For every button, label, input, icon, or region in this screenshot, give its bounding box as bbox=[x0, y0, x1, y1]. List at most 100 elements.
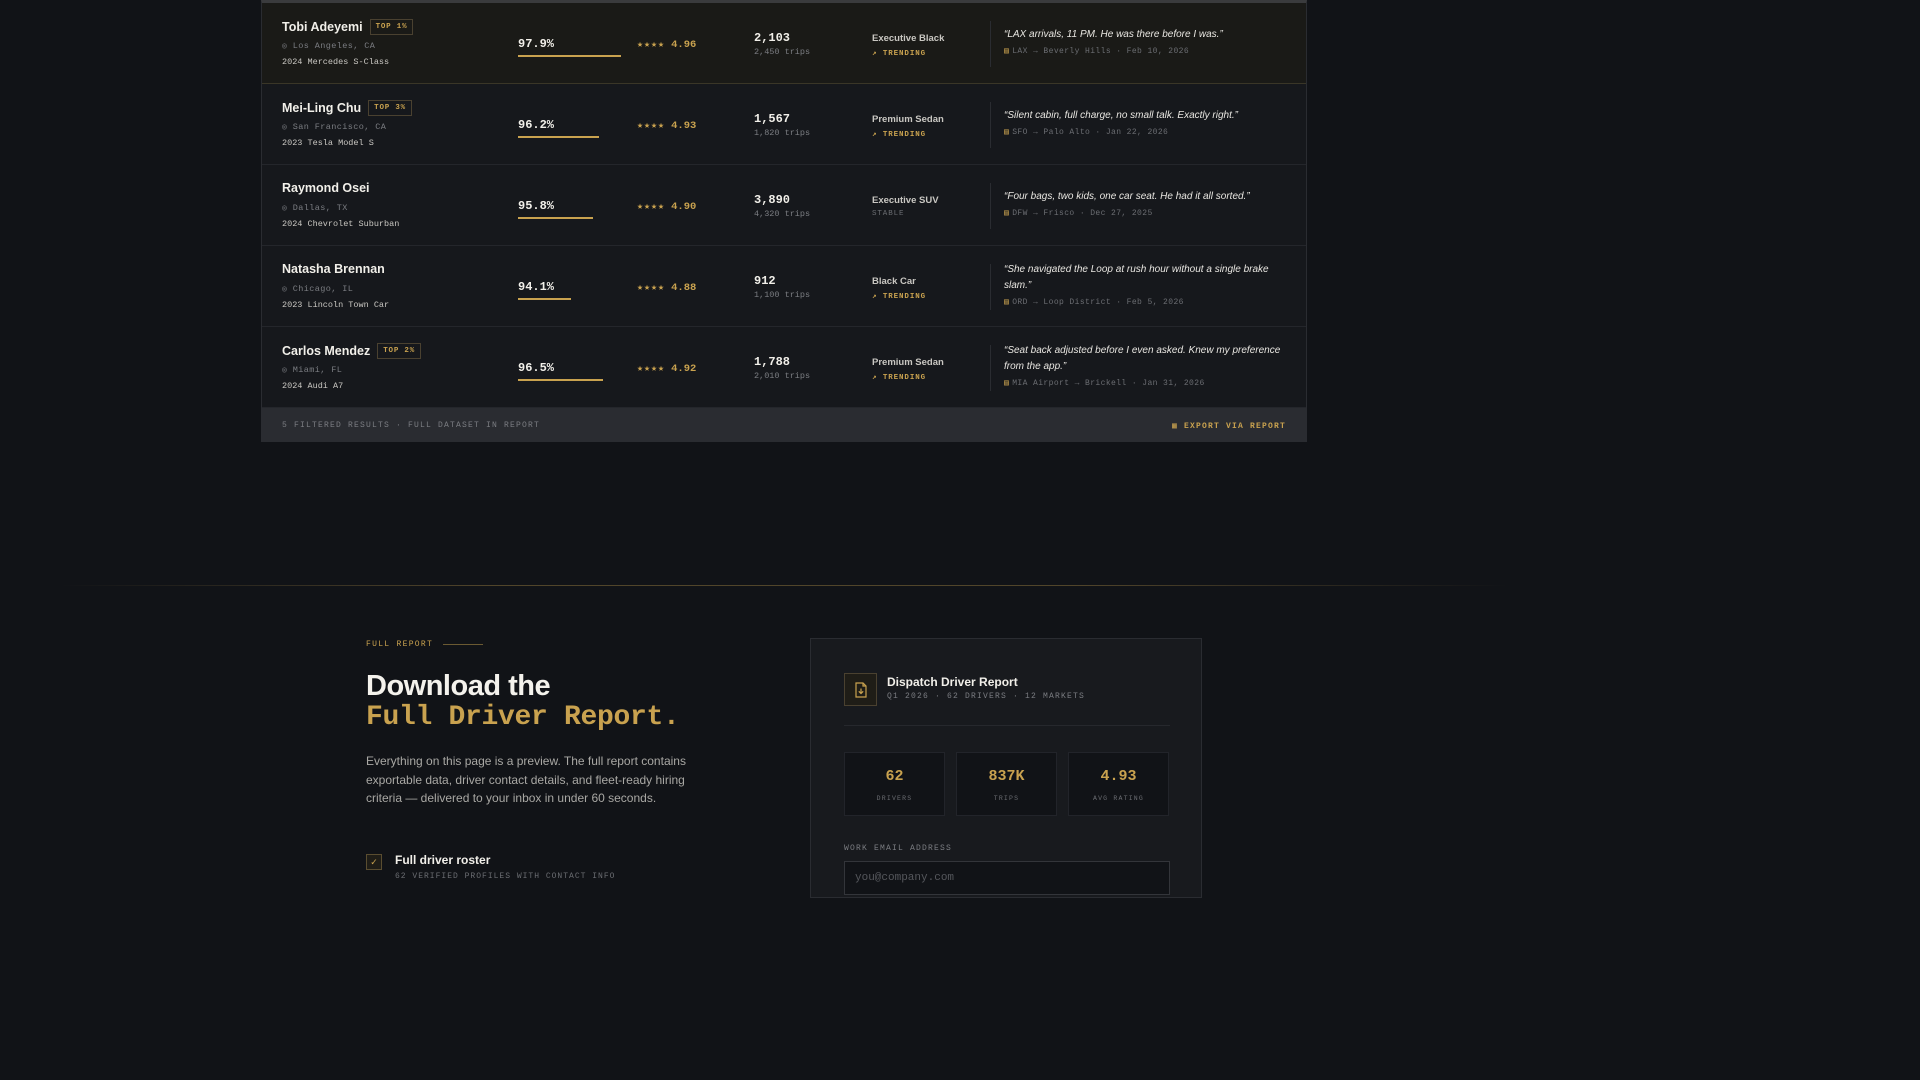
star-icons: ★★★★ bbox=[637, 364, 666, 375]
trend-label: TRENDING bbox=[882, 374, 927, 382]
table-row[interactable]: Tobi Adeyemi TOP 1% ◎ Los Angeles, CA 20… bbox=[262, 3, 1306, 84]
pin-icon: ◎ bbox=[282, 366, 288, 375]
completed-trips: 3,890 bbox=[754, 193, 791, 207]
review-route: ▤ ORD → Loop District · Feb 5, 2026 bbox=[1004, 297, 1184, 307]
acceptance-rate: 96.2% bbox=[518, 118, 555, 132]
star-icons: ★★★★ bbox=[637, 40, 666, 51]
acceptance-rate: 96.5% bbox=[518, 361, 555, 375]
star-icons: ★★★★ bbox=[637, 202, 666, 213]
acceptance-rate: 97.9% bbox=[518, 37, 555, 51]
stat-value: 62 bbox=[885, 768, 904, 785]
trend-label: STABLE bbox=[872, 210, 905, 218]
email-label: WORK EMAIL ADDRESS bbox=[844, 844, 953, 853]
driver-name: Carlos Mendez TOP 2% bbox=[282, 343, 422, 359]
driver-location: ◎ Chicago, IL bbox=[282, 284, 353, 294]
acceptance-rate: 95.8% bbox=[518, 199, 555, 213]
review-route: ▤ LAX → Beverly Hills · Feb 10, 2026 bbox=[1004, 46, 1189, 56]
trend-up-icon: ↗ bbox=[872, 131, 878, 139]
column-divider bbox=[990, 345, 991, 391]
checklist-item: ✓ Full driver roster 62 VERIFIED PROFILE… bbox=[366, 853, 615, 881]
total-trips: 1,820 trips bbox=[754, 128, 811, 138]
location-text: Chicago, IL bbox=[292, 284, 354, 294]
driver-vehicle: 2024 Mercedes S-Class bbox=[282, 57, 390, 67]
driver-vehicle: 2023 Lincoln Town Car bbox=[282, 300, 390, 310]
rating-value: 4.93 bbox=[671, 120, 697, 132]
rank-badge: TOP 3% bbox=[368, 100, 412, 116]
document-icon bbox=[844, 673, 877, 706]
table-footer: 5 FILTERED RESULTS · FULL DATASET IN REP… bbox=[262, 408, 1306, 442]
star-icons: ★★★★ bbox=[637, 283, 666, 294]
location-text: San Francisco, CA bbox=[292, 122, 387, 132]
rating-value: 4.96 bbox=[671, 39, 697, 51]
total-trips: 1,100 trips bbox=[754, 290, 811, 300]
driver-vehicle: 2023 Tesla Model S bbox=[282, 138, 374, 148]
stat-avg-rating: 4.93 AVG RATING bbox=[1068, 752, 1169, 816]
total-trips: 2,450 trips bbox=[754, 47, 811, 57]
review-route: ▤ DFW → Frisco · Dec 27, 2025 bbox=[1004, 208, 1153, 218]
driver-location: ◎ Miami, FL bbox=[282, 365, 342, 375]
column-divider bbox=[990, 183, 991, 229]
completed-trips: 2,103 bbox=[754, 31, 791, 45]
report-eyebrow: FULL REPORT bbox=[366, 640, 484, 649]
check-icon: ✓ bbox=[366, 854, 382, 870]
eyebrow-rule bbox=[443, 644, 484, 645]
rating-value: 4.88 bbox=[671, 282, 697, 294]
export-label: EXPORT VIA REPORT bbox=[1183, 422, 1286, 431]
stat-value: 837K bbox=[988, 768, 1025, 785]
total-trips: 2,010 trips bbox=[754, 371, 811, 381]
completed-trips: 1,567 bbox=[754, 112, 791, 126]
location-text: Los Angeles, CA bbox=[292, 41, 376, 51]
trend-label: TRENDING bbox=[882, 131, 927, 139]
route-text: DFW → Frisco · Dec 27, 2025 bbox=[1012, 209, 1153, 218]
results-count: 5 FILTERED RESULTS · FULL DATASET IN REP… bbox=[282, 421, 541, 430]
table-row[interactable]: Raymond Osei ◎ Dallas, TX 2024 Chevrolet… bbox=[262, 165, 1306, 246]
trend-up-icon: ↗ bbox=[872, 293, 878, 301]
column-divider bbox=[990, 102, 991, 148]
driver-name-text: Tobi Adeyemi bbox=[282, 20, 363, 34]
pin-icon: ◎ bbox=[282, 42, 288, 51]
review-quote: “Four bags, two kids, one car seat. He h… bbox=[1004, 191, 1250, 202]
trend-up-icon: ↗ bbox=[872, 374, 878, 382]
checklist-title: Full driver roster bbox=[395, 853, 491, 867]
report-card-subtitle: Q1 2026 · 62 DRIVERS · 12 MARKETS bbox=[887, 692, 1086, 701]
route-text: LAX → Beverly Hills · Feb 10, 2026 bbox=[1012, 47, 1190, 56]
service-tier: Premium Sedan bbox=[872, 114, 944, 125]
table-row[interactable]: Natasha Brennan ◎ Chicago, IL 2023 Linco… bbox=[262, 246, 1306, 327]
rank-badge: TOP 2% bbox=[377, 343, 422, 359]
completed-trips: 912 bbox=[754, 274, 776, 288]
driver-name: Raymond Osei bbox=[282, 181, 370, 195]
review-quote: “Silent cabin, full charge, no small tal… bbox=[1004, 110, 1238, 121]
stat-label: TRIPS bbox=[993, 795, 1020, 802]
review-quote: “She navigated the Loop at rush hour wit… bbox=[1004, 264, 1269, 291]
trend-label: TRENDING bbox=[882, 50, 927, 58]
driver-name-text: Raymond Osei bbox=[282, 181, 370, 195]
driver-location: ◎ Los Angeles, CA bbox=[282, 41, 375, 51]
review-route: ▤ SFO → Palo Alto · Jan 22, 2026 bbox=[1004, 127, 1168, 137]
driver-rating: ★★★★ 4.90 bbox=[637, 201, 696, 213]
review-quote: “LAX arrivals, 11 PM. He was there befor… bbox=[1004, 29, 1223, 40]
route-text: MIA Airport → Brickell · Jan 31, 2026 bbox=[1012, 379, 1205, 388]
report-lead: Everything on this page is a preview. Th… bbox=[366, 754, 686, 805]
export-button[interactable]: ▦ EXPORT VIA REPORT bbox=[1172, 421, 1286, 431]
pin-icon: ◎ bbox=[282, 123, 288, 132]
driver-name-text: Mei-Ling Chu bbox=[282, 101, 362, 115]
route-text: ORD → Loop District · Feb 5, 2026 bbox=[1012, 298, 1184, 307]
receipt-icon: ▤ bbox=[1004, 209, 1010, 218]
service-tier: Black Car bbox=[872, 276, 916, 287]
report-card: Dispatch Driver Report Q1 2026 · 62 DRIV… bbox=[810, 638, 1202, 898]
trend-up-icon: ↗ bbox=[872, 50, 878, 58]
driver-name: Mei-Ling Chu TOP 3% bbox=[282, 100, 412, 116]
trend-status: ↗ TRENDING bbox=[872, 372, 926, 382]
completed-trips: 1,788 bbox=[754, 355, 791, 369]
acceptance-bar bbox=[518, 55, 621, 57]
review-quote: “Seat back adjusted before I even asked.… bbox=[1004, 345, 1281, 372]
table-row[interactable]: Carlos Mendez TOP 2% ◎ Miami, FL 2024 Au… bbox=[262, 327, 1306, 408]
column-divider bbox=[990, 264, 991, 310]
driver-name-text: Carlos Mendez bbox=[282, 344, 371, 358]
driver-rating: ★★★★ 4.92 bbox=[637, 363, 696, 375]
table-row[interactable]: Mei-Ling Chu TOP 3% ◎ San Francisco, CA … bbox=[262, 84, 1306, 165]
location-text: Miami, FL bbox=[292, 365, 343, 375]
email-input[interactable] bbox=[844, 861, 1170, 895]
report-card-title: Dispatch Driver Report bbox=[887, 675, 1018, 689]
trend-status: STABLE bbox=[872, 210, 904, 218]
